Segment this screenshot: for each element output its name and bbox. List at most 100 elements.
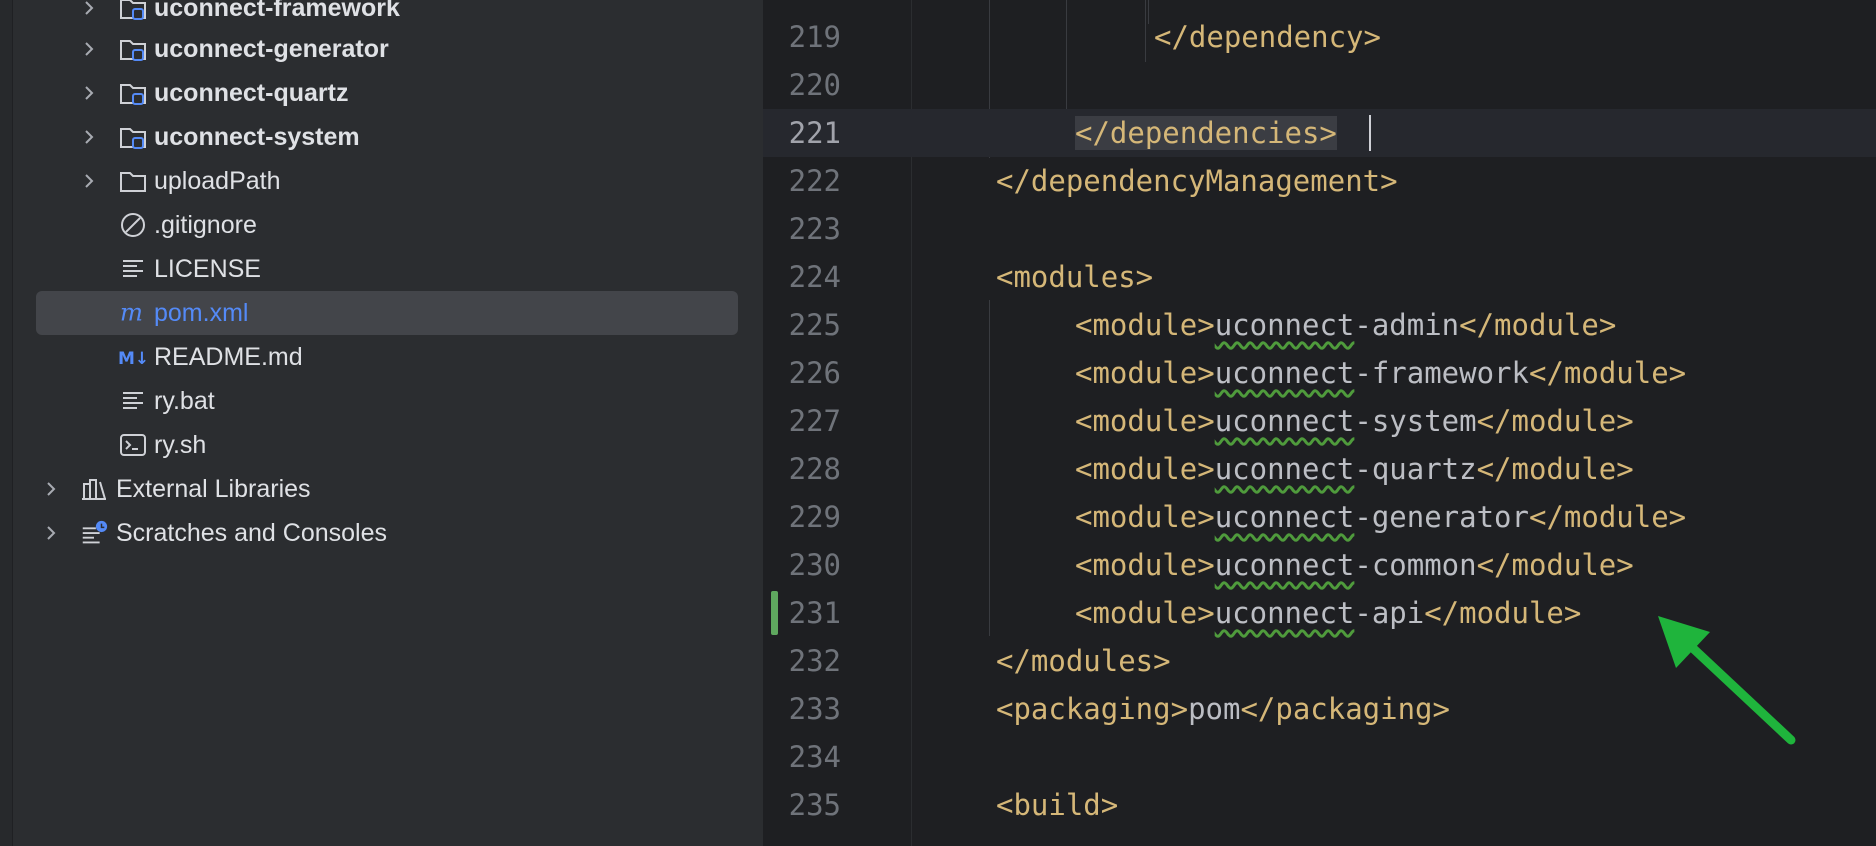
xml-tag: <packaging> xyxy=(996,692,1189,726)
xml-tag: </modules> xyxy=(996,644,1171,678)
code-text: </dependency> xyxy=(1154,13,1381,61)
text-caret xyxy=(1369,115,1371,151)
xml-text: uconnect xyxy=(1214,500,1355,534)
module-folder-icon xyxy=(118,122,148,152)
chevron-right-icon[interactable] xyxy=(80,128,98,146)
project-tool-window: uconnect-framework uconnect-generator uc… xyxy=(0,0,763,846)
code-text: <modules> xyxy=(996,253,1153,301)
module-folder-icon xyxy=(118,34,148,64)
xml-tag: </dependencies> xyxy=(1075,116,1337,150)
tree-item-ry-sh[interactable]: ry.sh xyxy=(36,423,738,467)
code-line[interactable]: 230 <module>uconnect-common</module> xyxy=(763,541,1876,589)
tree-item-label: ry.sh xyxy=(154,430,207,459)
xml-text: uconnect xyxy=(1214,308,1355,342)
code-line[interactable]: 226 <module>uconnect-framework</module> xyxy=(763,349,1876,397)
line-number[interactable]: 230 xyxy=(763,541,841,589)
tree-item-label: uconnect-system xyxy=(154,122,360,151)
code-text: <packaging>pom</packaging> xyxy=(996,685,1450,733)
code-line[interactable]: 223 xyxy=(763,205,1876,253)
line-number[interactable]: 235 xyxy=(763,781,841,829)
line-number[interactable]: 224 xyxy=(763,253,841,301)
tree-item-label: uconnect-quartz xyxy=(154,78,349,107)
line-number[interactable]: 227 xyxy=(763,397,841,445)
tree-item-gitignore[interactable]: .gitignore xyxy=(36,203,738,247)
code-text: <build> xyxy=(996,781,1118,829)
text-file-icon xyxy=(118,386,148,416)
tree-item-uconnect-generator[interactable]: uconnect-generator xyxy=(36,27,738,71)
line-number[interactable]: 228 xyxy=(763,445,841,493)
line-number[interactable]: 234 xyxy=(763,733,841,781)
tree-item-pom-xml[interactable]: m pom.xml xyxy=(36,291,738,335)
xml-tag: <module> xyxy=(1075,596,1215,630)
line-number[interactable]: 221 xyxy=(763,109,841,157)
xml-tag: </module> xyxy=(1476,404,1634,438)
code-line[interactable]: 225 <module>uconnect-admin</module> xyxy=(763,301,1876,349)
xml-tag: </module> xyxy=(1459,308,1617,342)
line-number[interactable]: 222 xyxy=(763,157,841,205)
line-number[interactable]: 226 xyxy=(763,349,841,397)
code-line[interactable]: 235 <build> xyxy=(763,781,1876,829)
xml-tag: <modules> xyxy=(996,260,1154,294)
chevron-right-icon[interactable] xyxy=(80,40,98,58)
tree-item-license[interactable]: LICENSE xyxy=(36,247,738,291)
tree-item-uconnect-system[interactable]: uconnect-system xyxy=(36,115,738,159)
code-text: <module>uconnect-system</module> xyxy=(1075,397,1634,445)
tree-item-uconnect-quartz[interactable]: uconnect-quartz xyxy=(36,71,738,115)
line-number[interactable]: 220 xyxy=(763,61,841,109)
chevron-right-icon[interactable] xyxy=(80,84,98,102)
xml-text: -common xyxy=(1354,548,1477,582)
code-editor[interactable]: 219 </dependency> 220 221 </dependencies> 222… xyxy=(763,0,1876,846)
tree-item-uconnect-framework[interactable]: uconnect-framework xyxy=(36,0,738,30)
xml-tag: </packaging> xyxy=(1240,692,1450,726)
code-line[interactable]: 222 </dependencyManagement> xyxy=(763,157,1876,205)
tree-item-label: uploadPath xyxy=(154,166,281,195)
code-line[interactable]: 221 </dependencies> xyxy=(763,109,1876,157)
xml-tag: </module> xyxy=(1424,596,1582,630)
svg-text:m: m xyxy=(120,298,143,327)
xml-tag: </dependency> xyxy=(1154,20,1381,54)
chevron-right-icon[interactable] xyxy=(80,172,98,190)
code-line[interactable]: 220 xyxy=(763,61,1876,109)
code-line[interactable]: 229 <module>uconnect-generator</module> xyxy=(763,493,1876,541)
code-line[interactable]: 232 </modules> xyxy=(763,637,1876,685)
chevron-right-icon[interactable] xyxy=(42,480,60,498)
chevron-right-icon[interactable] xyxy=(80,0,98,17)
tree-item-readme[interactable]: M↓ README.md xyxy=(36,335,738,379)
xml-tag: </module> xyxy=(1528,356,1687,390)
code-text: </dependencyManagement> xyxy=(996,157,1398,205)
code-text: <module>uconnect-common</module> xyxy=(1075,541,1634,589)
chevron-right-icon[interactable] xyxy=(42,524,60,542)
code-line[interactable]: 234 xyxy=(763,733,1876,781)
code-line[interactable]: 224 <modules> xyxy=(763,253,1876,301)
tree-item-ry-bat[interactable]: ry.bat xyxy=(36,379,738,423)
vcs-change-marker xyxy=(771,591,778,635)
code-text: <module>uconnect-generator</module> xyxy=(1075,493,1686,541)
code-text: </dependencies> xyxy=(1075,109,1337,157)
module-folder-icon xyxy=(118,0,148,23)
line-number[interactable]: 219 xyxy=(763,13,841,61)
line-number[interactable]: 232 xyxy=(763,637,841,685)
tree-item-uploadpath[interactable]: uploadPath xyxy=(36,159,738,203)
code-line[interactable]: 231 <module>uconnect-api</module> xyxy=(763,589,1876,637)
line-number[interactable]: 223 xyxy=(763,205,841,253)
text-file-icon xyxy=(118,254,148,284)
line-number[interactable]: 229 xyxy=(763,493,841,541)
xml-text: -generator xyxy=(1354,500,1529,534)
ignore-file-icon xyxy=(118,210,148,240)
line-number[interactable]: 233 xyxy=(763,685,841,733)
tree-item-label: ry.bat xyxy=(154,386,215,415)
code-line[interactable]: 227 <module>uconnect-system</module> xyxy=(763,397,1876,445)
code-line[interactable]: 228 <module>uconnect-quartz</module> xyxy=(763,445,1876,493)
code-line[interactable]: 219 </dependency> xyxy=(763,13,1876,61)
xml-text: -admin xyxy=(1354,308,1460,342)
module-folder-icon xyxy=(118,78,148,108)
tree-item-external-libraries[interactable]: External Libraries xyxy=(36,467,738,511)
tree-item-label: pom.xml xyxy=(154,298,249,327)
xml-tag: </dependencyManagement> xyxy=(996,164,1398,198)
tree-item-label: uconnect-generator xyxy=(154,34,389,63)
line-number[interactable]: 225 xyxy=(763,301,841,349)
xml-text: uconnect xyxy=(1214,452,1355,486)
tree-item-scratches-and-consoles[interactable]: Scratches and Consoles xyxy=(36,511,738,555)
xml-text: -framework xyxy=(1354,356,1529,390)
code-line[interactable]: 233 <packaging>pom</packaging> xyxy=(763,685,1876,733)
